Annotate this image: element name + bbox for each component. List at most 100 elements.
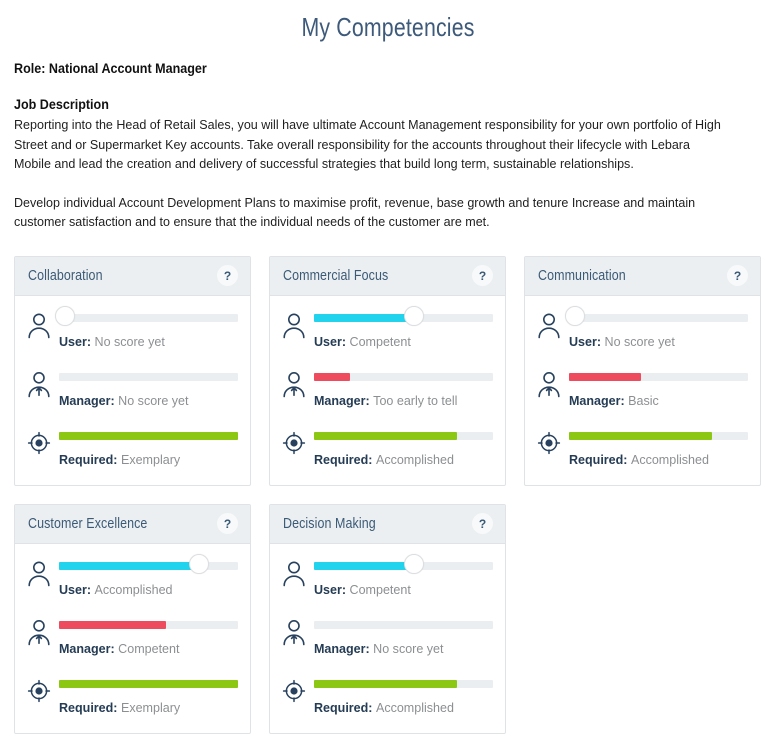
required-fill (314, 679, 458, 688)
user-fill (314, 561, 415, 570)
score-row-required: Required: Accomplished (536, 427, 748, 471)
question-mark-icon[interactable]: ? (472, 513, 493, 534)
required-track (314, 431, 493, 440)
manager-fill (314, 372, 350, 381)
required-slider (59, 678, 238, 690)
target-icon (281, 677, 307, 707)
score-row-manager: Manager: Basic (536, 368, 748, 412)
job-description-paragraph-1: Reporting into the Head of Retail Sales,… (14, 117, 721, 171)
person-icon (26, 559, 52, 589)
competency-card-grid: Collaboration? User: No score yet Manager:… (0, 255, 776, 734)
question-mark-icon[interactable]: ? (472, 265, 493, 286)
user-slider-handle[interactable] (404, 305, 425, 326)
user-fill (59, 561, 199, 570)
required-slider (314, 430, 493, 442)
user-slider-handle[interactable] (188, 553, 209, 574)
required-fill (59, 679, 238, 688)
user-slider-handle[interactable] (55, 305, 75, 326)
person-icon (536, 311, 562, 341)
competency-card-header: Customer Excellence? (15, 504, 250, 544)
competency-card-header: Collaboration? (15, 256, 250, 296)
competency-card-title: Communication (538, 267, 626, 284)
role-line: Role: National Account Manager (14, 60, 710, 78)
user-slider[interactable] (55, 305, 238, 326)
user-label-row: User: Competent (314, 333, 484, 350)
required-slider (59, 430, 238, 442)
manager-label: Manager: (314, 640, 374, 656)
required-label: Required: (569, 451, 631, 467)
target-icon (26, 677, 52, 707)
target-icon (536, 429, 562, 459)
required-value: Accomplished (630, 451, 709, 467)
user-value: Accomplished (94, 581, 173, 597)
manager-label: Manager: (59, 640, 119, 656)
required-value: Exemplary (120, 451, 181, 467)
user-slider[interactable] (565, 305, 748, 326)
user-label: User: (59, 333, 95, 349)
user-track (569, 313, 748, 322)
question-mark-icon[interactable]: ? (217, 513, 238, 534)
required-track (569, 431, 748, 440)
competency-card: Collaboration? User: No score yet Manager:… (14, 255, 251, 486)
user-track (59, 561, 238, 570)
manager-person-arrow-icon (26, 370, 52, 400)
required-label: Required: (59, 699, 121, 715)
required-fill (569, 431, 713, 440)
job-info-block: Role: National Account Manager Job Descr… (0, 60, 776, 232)
score-row-required: Required: Exemplary (26, 675, 238, 719)
question-mark-icon[interactable]: ? (727, 265, 748, 286)
user-label: User: (314, 333, 350, 349)
competency-card: Decision Making? User: Competent Manager: … (269, 503, 506, 734)
manager-value: No score yet (118, 392, 189, 408)
user-slider[interactable] (59, 553, 238, 574)
competency-card-title: Collaboration (28, 267, 103, 284)
required-label-row: Required: Accomplished (314, 699, 484, 716)
user-slider[interactable] (314, 305, 493, 326)
target-icon (281, 429, 307, 459)
user-label-row: User: Competent (314, 581, 484, 598)
score-row-required: Required: Accomplished (281, 675, 493, 719)
person-icon (26, 311, 52, 341)
manager-label-row: Manager: Basic (569, 392, 739, 409)
manager-label-row: Manager: No score yet (314, 640, 484, 657)
manager-value: No score yet (373, 640, 444, 656)
manager-fill (59, 620, 167, 629)
user-label-row: User: Accomplished (59, 581, 229, 598)
competency-card-header: Communication? (525, 256, 760, 296)
user-slider[interactable] (314, 553, 493, 574)
required-value: Accomplished (375, 699, 454, 715)
user-slider-handle[interactable] (404, 553, 425, 574)
manager-track (59, 620, 238, 629)
required-label-row: Required: Accomplished (569, 451, 739, 468)
manager-slider (59, 619, 238, 631)
manager-person-arrow-icon (536, 370, 562, 400)
user-label: User: (569, 333, 605, 349)
score-row-manager: Manager: Too early to tell (281, 368, 493, 412)
required-track (59, 431, 238, 440)
score-row-manager: Manager: Competent (26, 616, 238, 660)
score-row-required: Required: Exemplary (26, 427, 238, 471)
manager-label: Manager: (569, 392, 629, 408)
manager-label-row: Manager: No score yet (59, 392, 229, 409)
score-row-user: User: No score yet (26, 305, 238, 353)
manager-track (314, 372, 493, 381)
required-label-row: Required: Accomplished (314, 451, 484, 468)
manager-person-arrow-icon (281, 370, 307, 400)
user-slider-handle[interactable] (565, 305, 585, 326)
required-label: Required: (59, 451, 121, 467)
competency-card-title: Decision Making (283, 515, 376, 532)
required-label-row: Required: Exemplary (59, 451, 229, 468)
required-fill (314, 431, 458, 440)
manager-value: Too early to tell (373, 392, 458, 408)
user-label-row: User: No score yet (59, 333, 229, 350)
competency-card-title: Commercial Focus (283, 267, 389, 284)
user-track (59, 313, 238, 322)
competency-card-header: Commercial Focus? (270, 256, 505, 296)
manager-track (59, 372, 238, 381)
question-mark-icon[interactable]: ? (217, 265, 238, 286)
required-value: Accomplished (375, 451, 454, 467)
competency-card-header: Decision Making? (270, 504, 505, 544)
required-slider (569, 430, 748, 442)
required-label: Required: (314, 699, 376, 715)
role-value: National Account Manager (48, 61, 207, 76)
